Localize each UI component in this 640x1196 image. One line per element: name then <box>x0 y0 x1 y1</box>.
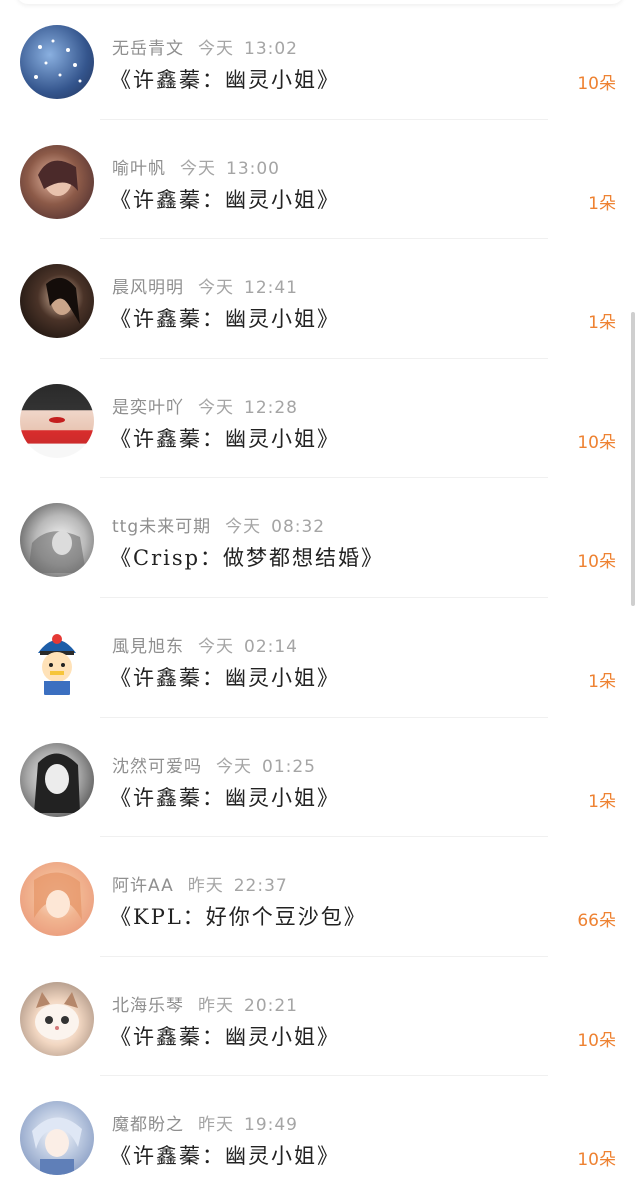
user-name[interactable]: 是奕叶吖 <box>112 398 184 418</box>
bw-portrait-avatar-icon <box>28 531 86 574</box>
scrollbar[interactable] <box>631 312 635 606</box>
avatar[interactable] <box>20 742 94 817</box>
list-item[interactable]: 无岳青文 今天 13:02 《许鑫蓁：幽灵小姐》 10朵 <box>0 0 640 120</box>
anime-avatar-icon <box>34 872 82 921</box>
flower-count: 10朵 <box>577 74 616 94</box>
song-title: 《许鑫蓁：幽灵小姐》 <box>110 68 340 92</box>
song-title: 《Crisp：做梦都想结婚》 <box>110 546 385 571</box>
red-lips-avatar-icon <box>49 416 65 423</box>
time-label: 12:41 <box>244 278 298 299</box>
day-label: 今天 <box>198 39 234 59</box>
day-label: 今天 <box>198 397 234 418</box>
flower-count: 10朵 <box>577 1150 616 1171</box>
song-title: 《许鑫蓁：幽灵小姐》 <box>110 187 340 212</box>
girl-avatar-icon <box>34 753 80 813</box>
day-label: 今天 <box>198 636 234 657</box>
flower-count: 1朵 <box>588 791 616 812</box>
list-item[interactable]: 沈然可爱吗 今天 01:25 《许鑫蓁：幽灵小姐》 1朵 <box>0 718 640 838</box>
item-meta: 沈然可爱吗 今天 01:25 <box>112 752 316 777</box>
flower-count: 66朵 <box>577 911 616 932</box>
avatar[interactable] <box>20 264 94 339</box>
time-label: 13:00 <box>226 158 280 179</box>
day-label: 今天 <box>216 756 252 777</box>
avatar[interactable] <box>20 862 94 937</box>
dark-portrait-avatar-icon <box>46 278 80 325</box>
user-name[interactable]: 喻叶帆 <box>112 159 166 179</box>
time-label: 22:37 <box>233 876 288 897</box>
song-title: 《许鑫蓁：幽灵小姐》 <box>110 1024 340 1049</box>
time-label: 02:14 <box>244 636 298 657</box>
avatar[interactable] <box>20 1101 94 1176</box>
list-item[interactable]: 魔都盼之 昨天 19:49 《许鑫蓁：幽灵小姐》 10朵 <box>0 1076 640 1196</box>
flower-count: 1朵 <box>588 313 616 334</box>
day-label: 今天 <box>180 158 216 179</box>
user-name[interactable]: 魔都盼之 <box>112 1115 184 1135</box>
user-name[interactable]: ttg未来可期 <box>112 517 211 537</box>
day-label: 昨天 <box>187 876 224 897</box>
flower-count: 1朵 <box>588 193 616 214</box>
time-label: 08:32 <box>271 517 326 538</box>
list-item[interactable]: 風見旭东 今天 02:14 《许鑫蓁：幽灵小姐》 1朵 <box>0 598 640 718</box>
time-label: 01:25 <box>262 756 316 777</box>
sky-avatar-icon <box>34 39 82 83</box>
anime-boy-avatar-icon <box>32 1117 82 1176</box>
item-meta: 是奕叶吖 今天 12:28 <box>112 393 298 418</box>
song-title: 《KPL：好你个豆沙包》 <box>110 905 367 930</box>
portrait-avatar-icon <box>38 160 78 196</box>
cat-avatar-icon <box>35 991 79 1040</box>
song-title: 《许鑫蓁：幽灵小姐》 <box>110 1144 340 1169</box>
list-item[interactable]: 北海乐琴 昨天 20:21 《许鑫蓁：幽灵小姐》 10朵 <box>0 957 640 1077</box>
item-meta: 晨风明明 今天 12:41 <box>112 273 298 298</box>
day-label: 今天 <box>198 278 234 299</box>
flower-count: 1朵 <box>588 671 616 692</box>
user-name[interactable]: 沈然可爱吗 <box>112 757 202 777</box>
time-label: 12:28 <box>244 397 298 418</box>
user-name[interactable]: 无岳青文 <box>112 39 184 59</box>
avatar[interactable] <box>20 25 94 99</box>
time-label: 19:49 <box>244 1115 298 1136</box>
day-label: 昨天 <box>198 1115 234 1136</box>
avatar[interactable] <box>20 981 94 1056</box>
user-name[interactable]: 阿许AA <box>112 876 174 896</box>
avatar[interactable] <box>20 144 94 219</box>
item-meta: 北海乐琴 昨天 20:21 <box>112 991 298 1016</box>
list-item[interactable]: 喻叶帆 今天 13:00 《许鑫蓁：幽灵小姐》 1朵 <box>0 120 640 240</box>
day-label: 今天 <box>225 517 262 538</box>
time-label: 13:02 <box>244 39 298 59</box>
song-title: 《许鑫蓁：幽灵小姐》 <box>110 426 340 451</box>
song-title: 《许鑫蓁：幽灵小姐》 <box>110 665 340 690</box>
user-name[interactable]: 風見旭东 <box>112 637 184 657</box>
item-meta: 喻叶帆 今天 13:00 <box>112 154 280 179</box>
item-meta: 无岳青文 今天 13:02 <box>112 34 298 59</box>
list-item[interactable]: 阿许AA 昨天 22:37 《KPL：好你个豆沙包》 66朵 <box>0 837 640 957</box>
avatar[interactable] <box>20 622 94 697</box>
gift-list: 无岳青文 今天 13:02 《许鑫蓁：幽灵小姐》 10朵 喻叶帆 今天 13:00 《许… <box>0 0 640 1196</box>
item-meta: 風見旭东 今天 02:14 <box>112 632 298 657</box>
item-meta: 阿许AA 昨天 22:37 <box>112 871 288 896</box>
user-name[interactable]: 北海乐琴 <box>112 996 184 1016</box>
avatar[interactable] <box>20 383 94 458</box>
list-item[interactable]: 是奕叶吖 今天 12:28 《许鑫蓁：幽灵小姐》 10朵 <box>0 359 640 479</box>
day-label: 昨天 <box>198 995 234 1016</box>
list-item[interactable]: ttg未来可期 今天 08:32 《Crisp：做梦都想结婚》 10朵 <box>0 478 640 598</box>
flower-count: 10朵 <box>577 552 616 573</box>
avatar[interactable] <box>20 503 94 578</box>
time-label: 20:21 <box>244 995 298 1016</box>
cartoon-avatar-icon <box>38 633 76 695</box>
song-title: 《许鑫蓁：幽灵小姐》 <box>110 307 340 332</box>
item-meta: ttg未来可期 今天 08:32 <box>112 512 325 537</box>
list-item[interactable]: 晨风明明 今天 12:41 《许鑫蓁：幽灵小姐》 1朵 <box>0 239 640 359</box>
flower-count: 10朵 <box>577 1030 616 1051</box>
flower-count: 10朵 <box>577 432 616 453</box>
user-name[interactable]: 晨风明明 <box>112 278 184 298</box>
item-meta: 魔都盼之 昨天 19:49 <box>112 1110 298 1135</box>
song-title: 《许鑫蓁：幽灵小姐》 <box>110 785 340 810</box>
